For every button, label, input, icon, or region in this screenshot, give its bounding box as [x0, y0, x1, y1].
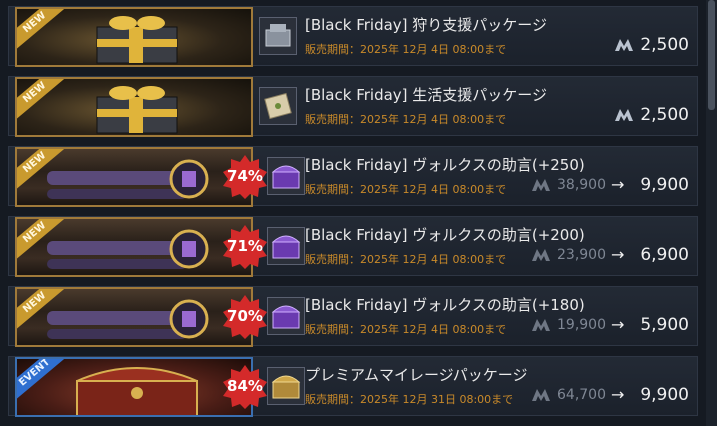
discount-badge: 84%: [223, 365, 267, 409]
scroll-package-icon: [259, 87, 297, 125]
sale-price: 5,900: [640, 315, 689, 335]
sale-period: 販売期間：2025年 12月 31日 08:00まで: [305, 393, 514, 406]
sale-period: 販売期間：2025年 12月 4日 08:00まで: [305, 113, 507, 126]
item-banner-image: EVENT: [15, 357, 253, 417]
purple-chest-icon: [267, 227, 305, 265]
sale-price: 9,900: [640, 385, 689, 405]
item-title: [Black Friday] 狩り支援パッケージ: [305, 16, 547, 34]
price-arrow: →: [611, 385, 625, 404]
mileage-m-icon: [532, 389, 550, 401]
item-banner-image: NEW: [15, 7, 253, 67]
sale-period: 販売期間：2025年 12月 4日 08:00まで: [305, 43, 507, 56]
price-arrow: →: [611, 315, 625, 334]
mileage-m-icon: [532, 319, 550, 331]
discount-badge: 71%: [223, 225, 267, 269]
mileage-m-icon: [615, 109, 634, 121]
original-price: 23,900: [531, 247, 606, 263]
item-banner-image: NEW: [15, 217, 253, 277]
price-arrow: →: [611, 245, 625, 264]
item-title: プレミアムマイレージパッケージ: [305, 366, 528, 384]
item-banner-image: NEW: [15, 287, 253, 347]
purple-chest-icon: [267, 297, 305, 335]
armor-chest-icon: [259, 17, 297, 55]
discount-badge: 70%: [223, 295, 267, 339]
price-arrow: →: [611, 175, 625, 194]
item-title: [Black Friday] ヴォルクスの助言(+180): [305, 296, 585, 314]
item-banner-image: NEW: [15, 77, 253, 137]
shop-item-row[interactable]: EVENT 84% プレミアムマイレージパッケージ 販売期間：2025年 12月…: [8, 356, 698, 417]
item-title: [Black Friday] ヴォルクスの助言(+200): [305, 226, 585, 244]
sale-period: 販売期間：2025年 12月 4日 08:00まで: [305, 323, 507, 336]
purple-chest-icon: [267, 157, 305, 195]
shop-item-row[interactable]: NEW 74% [Black Friday] ヴォルクスの助言(+250) 販売…: [8, 146, 698, 207]
item-price: 2,500: [614, 35, 689, 55]
original-price: 19,900: [531, 317, 606, 333]
sale-period: 販売期間：2025年 12月 4日 08:00まで: [305, 183, 507, 196]
item-title: [Black Friday] 生活支援パッケージ: [305, 86, 547, 104]
sale-price: 6,900: [640, 245, 689, 265]
item-price: 2,500: [614, 105, 689, 125]
shop-item-list: NEW [Black Friday] 狩り支援パッケージ 販売期間：2025年 …: [0, 0, 706, 426]
original-price: 38,900: [531, 177, 606, 193]
original-price: 64,700: [531, 387, 606, 403]
shop-item-row[interactable]: NEW [Black Friday] 生活支援パッケージ 販売期間：2025年 …: [8, 76, 698, 137]
list-scrollbar[interactable]: [706, 0, 717, 426]
mileage-m-icon: [532, 179, 550, 191]
item-banner-image: NEW: [15, 147, 253, 207]
scrollbar-thumb[interactable]: [708, 0, 715, 110]
sale-period: 販売期間：2025年 12月 4日 08:00まで: [305, 253, 507, 266]
shop-item-row[interactable]: NEW 70% [Black Friday] ヴォルクスの助言(+180) 販売…: [8, 286, 698, 347]
item-title: [Black Friday] ヴォルクスの助言(+250): [305, 156, 585, 174]
shop-item-row[interactable]: NEW 71% [Black Friday] ヴォルクスの助言(+200) 販売…: [8, 216, 698, 277]
mileage-m-icon: [532, 249, 550, 261]
discount-badge: 74%: [223, 155, 267, 199]
shop-item-row[interactable]: NEW [Black Friday] 狩り支援パッケージ 販売期間：2025年 …: [8, 6, 698, 67]
sale-price: 9,900: [640, 175, 689, 195]
gold-chest-icon: [267, 367, 305, 405]
mileage-m-icon: [615, 39, 634, 51]
